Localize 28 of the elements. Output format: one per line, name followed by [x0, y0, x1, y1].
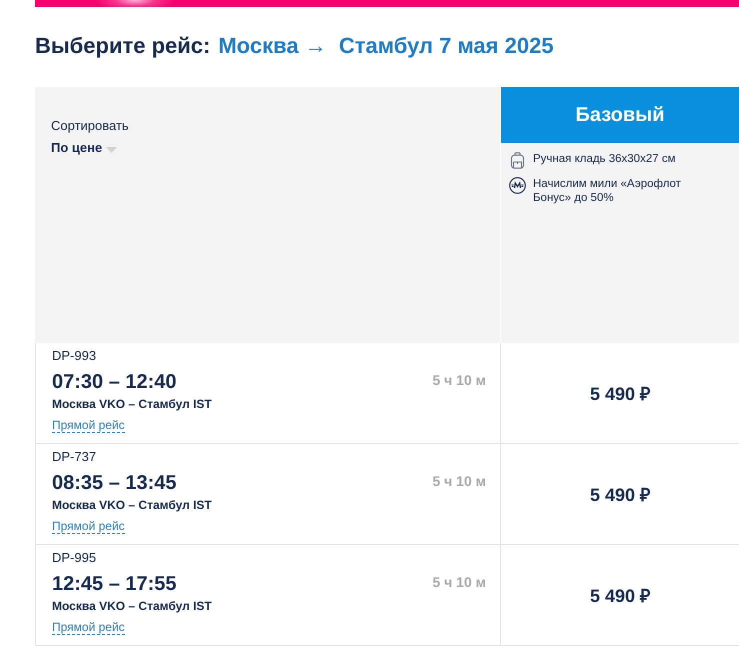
fare-feature-text: Начислим мили «Аэрофлот Бонус» до 50%: [533, 177, 682, 205]
flight-duration: 5 ч 10 м: [432, 574, 486, 591]
fare-header: Базовый: [501, 87, 739, 143]
flight-duration: 5 ч 10 м: [432, 473, 486, 490]
price-button[interactable]: 5 490 ₽: [590, 583, 650, 607]
flight-times: 08:35 – 13:45: [52, 471, 177, 495]
fare-feature-text: Ручная кладь 36x30x27 см: [533, 152, 676, 166]
miles-icon: [509, 177, 526, 194]
price-button[interactable]: 5 490 ₽: [590, 482, 650, 506]
sort-label: Сортировать: [51, 118, 129, 134]
page-title: Выберите рейс:: [35, 33, 210, 59]
backpack-icon: [509, 152, 526, 169]
flight-duration: 5 ч 10 м: [432, 372, 486, 389]
flight-route: Москва VKO – Стамбул IST: [52, 397, 212, 412]
sort-dropdown[interactable]: По цене: [51, 140, 118, 155]
flight-route: Москва VKO – Стамбул IST: [52, 498, 212, 513]
direct-flight-link[interactable]: Прямой рейс: [52, 418, 125, 433]
flight-number: DP-995: [52, 550, 96, 566]
flight-route: Москва VKO – Стамбул IST: [52, 599, 212, 614]
direct-flight-link[interactable]: Прямой рейс: [52, 620, 125, 635]
route-date-title: Москва → Стамбул 7 мая 2025: [218, 33, 554, 59]
flight-number: DP-737: [52, 449, 96, 465]
direct-flight-link[interactable]: Прямой рейс: [52, 519, 125, 534]
price-button[interactable]: 5 490 ₽: [590, 381, 650, 405]
flight-times: 07:30 – 12:40: [52, 370, 177, 394]
flight-number: DP-993: [52, 348, 96, 364]
caret-icon: [106, 147, 118, 153]
flight-times: 12:45 – 17:55: [52, 572, 177, 596]
